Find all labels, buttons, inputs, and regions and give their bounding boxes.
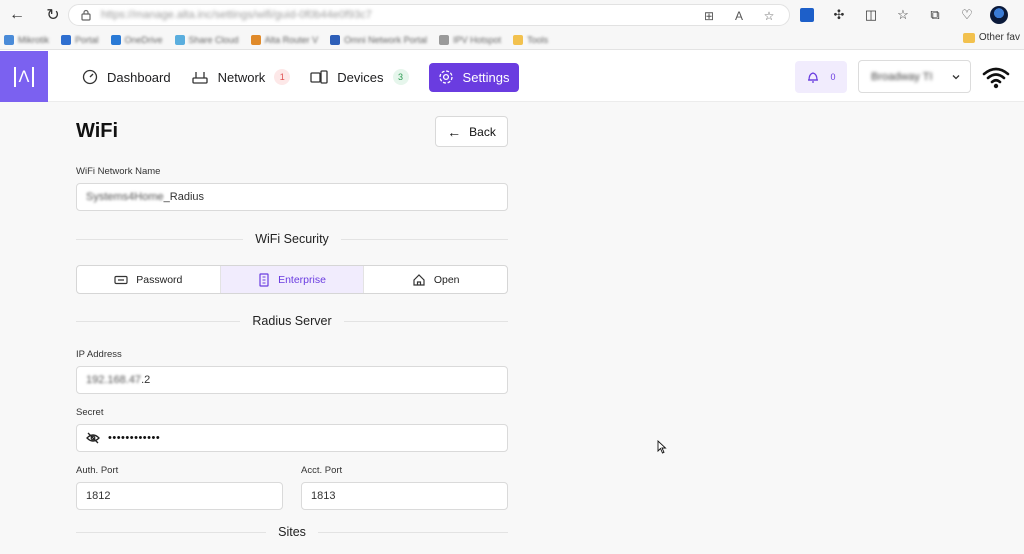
ip-address-suffix: .2 [141, 374, 151, 386]
ip-address-label: IP Address [76, 349, 122, 360]
gauge-icon [82, 69, 98, 85]
page-title: WiFi [76, 120, 119, 142]
secret-label: Secret [76, 407, 104, 418]
bookmark-item[interactable]: IPV Hotspot [439, 34, 501, 45]
ip-address-input[interactable]: 192.168.47.2 [76, 366, 508, 394]
apps-icon[interactable]: ⊞ [701, 8, 717, 24]
network-name-label: WiFi Network Name [76, 166, 161, 177]
bookmarks-bar: Mikrotik Portal OneDrive Share Cloud Alt… [0, 30, 1024, 50]
acct-port-input[interactable]: 1813 [301, 482, 508, 510]
nav-devices-label: Devices [337, 69, 384, 85]
router-icon [191, 72, 208, 84]
sites-divider: Sites [76, 524, 509, 540]
auth-port-label: Auth. Port [76, 465, 119, 476]
eye-off-icon[interactable] [86, 432, 100, 444]
bookmark-item[interactable]: Alta Router V [250, 34, 318, 45]
back-button[interactable]: ← Back [435, 116, 508, 147]
extensions-puzzle-icon[interactable]: ✣ [828, 4, 850, 26]
address-bar[interactable]: https://manage.alta.inc/settings/wifi/gu… [68, 4, 790, 26]
account-name: Broadway TI [871, 70, 933, 83]
network-name-suffix: _Radius [163, 191, 204, 203]
bookmark-item[interactable]: Tools [513, 34, 548, 45]
devices-icon [310, 70, 328, 84]
back-button-label: Back [469, 124, 496, 139]
security-type-selector: Password Enterprise Open [76, 265, 508, 294]
read-aloud-icon[interactable]: A [731, 8, 747, 24]
ip-address-blurred: 192.168.47 [86, 374, 142, 386]
bookmark-item[interactable]: Share Cloud [174, 34, 239, 45]
health-icon[interactable]: ♡ [956, 4, 978, 26]
notifications-button[interactable]: 0 [795, 61, 847, 93]
sites-heading: Sites [278, 525, 306, 539]
url-text: https://manage.alta.inc/settings/wifi/gu… [101, 9, 372, 21]
network-name-blurred: Systems4Home [86, 191, 164, 203]
nav-devices[interactable]: Devices 3 [310, 63, 409, 91]
home-icon [413, 273, 425, 286]
bookmark-item[interactable]: Portal [61, 34, 99, 45]
auth-port-input[interactable]: 1812 [76, 482, 283, 510]
nav-network-label: Network [217, 69, 266, 85]
arrow-left-icon: ← [447, 123, 462, 140]
gear-icon [438, 70, 453, 84]
collections-icon[interactable]: ⧉ [924, 4, 946, 26]
split-screen-icon[interactable]: ◫ [860, 4, 882, 26]
bell-icon [808, 72, 819, 83]
bookmark-item[interactable]: Omni Network Portal [330, 34, 427, 45]
security-option-open[interactable]: Open [364, 266, 507, 293]
wifi-security-divider: WiFi Security [76, 231, 508, 247]
favorites-icon[interactable]: ☆ [892, 4, 914, 26]
nav-network[interactable]: Network 1 [191, 63, 291, 91]
account-selector[interactable]: Broadway TI [858, 60, 971, 93]
wifi-security-heading: WiFi Security [255, 232, 329, 246]
chevron-down-icon [952, 74, 960, 79]
back-arrow-icon[interactable]: ← [6, 4, 28, 26]
network-name-input[interactable]: Systems4Home _Radius [76, 183, 508, 211]
notifications-count: 0 [830, 72, 836, 82]
nav-settings[interactable]: Settings [428, 62, 519, 92]
security-option-enterprise[interactable]: Enterprise [220, 266, 365, 293]
bookmark-item[interactable]: Mikrotik [4, 34, 49, 45]
nav-dashboard[interactable]: Dashboard [82, 63, 171, 91]
main-nav: Dashboard Network 1 Devices 3 Settings [82, 62, 539, 92]
lock-icon [81, 9, 91, 21]
browser-toolbar: ← ↻ https://manage.alta.inc/settings/wif… [0, 0, 1024, 30]
devices-badge: 3 [392, 69, 409, 85]
mouse-cursor-icon [657, 440, 667, 454]
acct-port-value: 1813 [311, 490, 336, 502]
other-favorites[interactable]: Other fav [962, 32, 1020, 43]
favorite-star-icon[interactable]: ☆ [761, 8, 777, 24]
acct-port-label: Acct. Port [301, 465, 343, 476]
security-option-password[interactable]: Password [77, 266, 221, 293]
extension-blue-icon[interactable] [796, 4, 818, 26]
wifi-brand-icon[interactable] [981, 63, 1011, 93]
secret-value: •••••••••••• [108, 432, 161, 444]
logo-mark: Λ [13, 66, 35, 87]
app-logo[interactable]: Λ [0, 51, 48, 102]
nav-dashboard-label: Dashboard [107, 69, 171, 85]
network-badge: 1 [274, 69, 291, 85]
reload-icon[interactable]: ↻ [42, 4, 64, 26]
radius-server-heading: Radius Server [252, 314, 332, 328]
nav-settings-label: Settings [462, 69, 510, 85]
profile-avatar-icon[interactable] [988, 4, 1010, 26]
app-header: Λ Dashboard Network 1 Devices 3 Settings… [0, 51, 1024, 102]
building-icon [259, 272, 269, 287]
bookmark-item[interactable]: OneDrive [110, 34, 163, 45]
auth-port-value: 1812 [86, 490, 111, 502]
radius-server-divider: Radius Server [76, 313, 509, 329]
content-area: WiFi ← Back WiFi Network Name Systems4Ho… [0, 102, 1024, 554]
folder-icon [962, 32, 975, 43]
secret-input[interactable]: •••••••••••• [76, 424, 508, 452]
keyboard-icon [114, 275, 128, 284]
